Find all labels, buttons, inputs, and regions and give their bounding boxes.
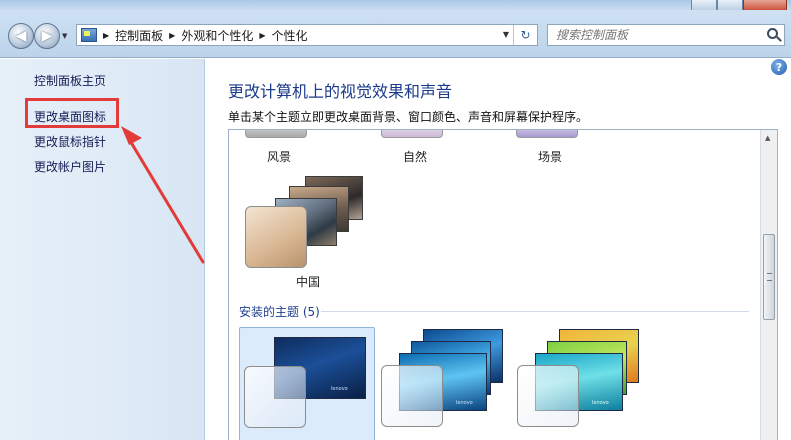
theme-item-installed-2[interactable]: lenovo: [379, 327, 515, 440]
theme-front-preview: [245, 206, 307, 268]
section-divider: [321, 311, 749, 312]
theme-label: 场景: [538, 150, 563, 164]
theme-front-preview: [381, 365, 443, 427]
help-button[interactable]: ?: [771, 59, 787, 75]
theme-label: 中国: [296, 275, 321, 289]
scrollbar-thumb[interactable]: [763, 234, 775, 320]
theme-thumbnail: [381, 130, 443, 138]
theme-list: 风景 自然 场景 中国 安装的主题 (5) lenovo lenovo leno…: [228, 129, 778, 440]
theme-thumbnail: [516, 130, 578, 138]
theme-label: 自然: [403, 150, 428, 164]
theme-label: 风景: [267, 150, 292, 164]
help-icon: ?: [775, 60, 783, 74]
page-description: 单击某个主题立即更改桌面背景、窗口颜色、声音和屏幕保护程序。: [228, 110, 589, 124]
theme-item-installed-selected[interactable]: lenovo: [239, 327, 375, 440]
vertical-scrollbar[interactable]: ▲: [760, 130, 777, 440]
section-header-installed-themes: 安装的主题 (5): [239, 305, 320, 319]
page-title: 更改计算机上的视觉效果和声音: [228, 82, 453, 101]
theme-item-china[interactable]: 中国: [245, 170, 365, 290]
theme-item-installed-3[interactable]: lenovo: [515, 327, 651, 440]
scrollbar-grip-icon: [767, 273, 772, 281]
scroll-up-arrow-icon[interactable]: ▲: [765, 134, 770, 142]
theme-thumbnail: [245, 130, 307, 138]
theme-front-preview: [517, 365, 579, 427]
theme-front-preview: [244, 366, 306, 428]
